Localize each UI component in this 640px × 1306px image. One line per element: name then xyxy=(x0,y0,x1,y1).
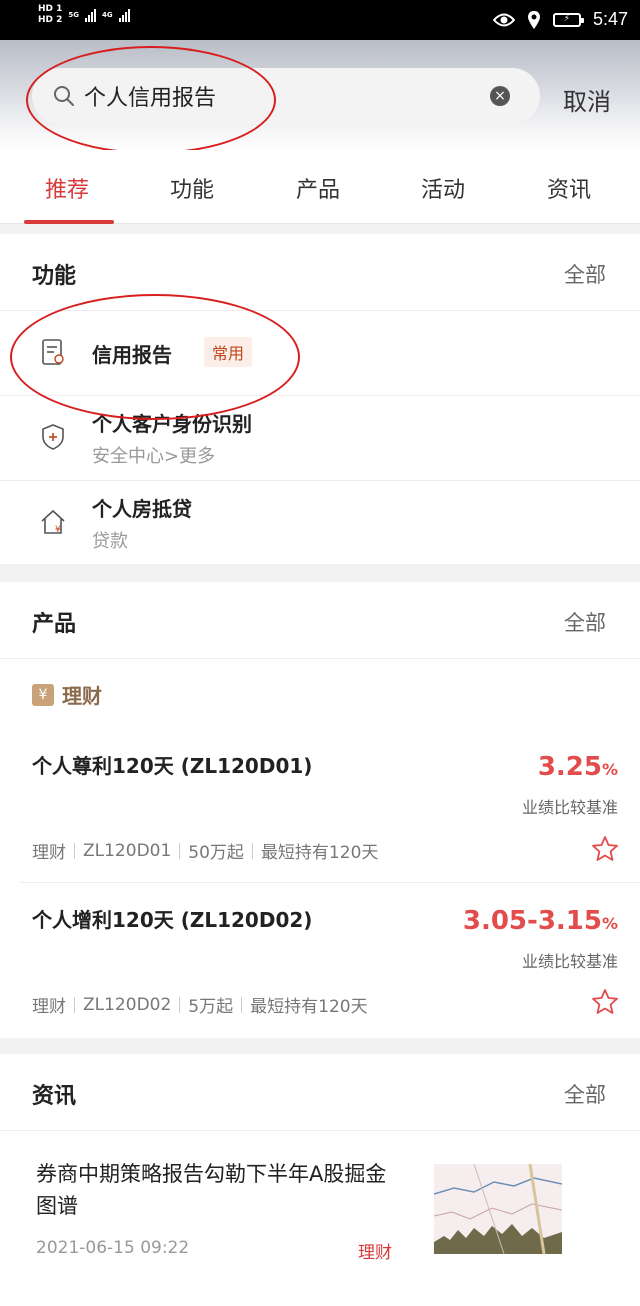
signal-icon xyxy=(85,8,97,22)
function-title: 个人房抵贷 xyxy=(92,497,192,521)
tab-products[interactable]: 产品 xyxy=(296,172,340,204)
product-name[interactable]: 个人尊利120天 (ZL120D01) xyxy=(32,750,312,779)
star-icon[interactable] xyxy=(590,834,620,864)
search-input[interactable]: 个人信用报告 × xyxy=(32,68,540,124)
news-item[interactable]: 券商中期策略报告勾勒下半年A股掘金图谱 2021-06-15 09:22 理财 xyxy=(0,1054,640,1306)
net1-label: 5G xyxy=(68,10,80,19)
status-right: ⚡ 5:47 xyxy=(492,9,628,30)
products-section: 产品 全部 ¥ 理财 个人尊利120天 (ZL120D01) 3.25% 业绩比… xyxy=(0,582,640,1038)
search-query: 个人信用报告 xyxy=(84,86,217,111)
category-label: 理财 xyxy=(62,684,102,708)
divider xyxy=(0,658,640,659)
tag: ZL120D02 xyxy=(83,994,172,1015)
rate-label: 业绩比较基准 xyxy=(521,952,618,971)
rate-unit: % xyxy=(601,760,618,779)
tag: 最短持有120天 xyxy=(250,997,368,1017)
section-title: 功能 xyxy=(32,264,77,289)
signal-icon-2 xyxy=(118,8,130,22)
shield-plus-icon xyxy=(42,424,64,450)
active-tab-indicator xyxy=(24,220,114,224)
function-title: 个人客户身份识别 xyxy=(92,412,252,436)
svg-text:¥: ¥ xyxy=(55,525,61,535)
tag: 5万起 xyxy=(188,997,234,1017)
product-tags: 理财 ZL120D01 50万起 最短持有120天 xyxy=(32,838,379,864)
yen-icon: ¥ xyxy=(32,683,54,706)
section-title: 产品 xyxy=(32,612,77,637)
product-rate: 3.05-3.15% xyxy=(463,906,618,936)
function-item-identity[interactable]: 个人客户身份识别 安全中心>更多 xyxy=(0,396,640,480)
product-rate: 3.25% xyxy=(538,752,618,782)
document-icon xyxy=(42,339,64,365)
rate-label: 业绩比较基准 xyxy=(521,798,618,817)
rate-value: 3.25 xyxy=(537,752,602,782)
location-icon xyxy=(527,10,540,29)
news-title: 券商中期策略报告勾勒下半年A股掘金图谱 xyxy=(36,1162,387,1218)
star-icon[interactable] xyxy=(590,987,620,1017)
hd2-label: HD 2 xyxy=(38,15,63,25)
house-yen-icon: ¥ xyxy=(41,509,65,535)
tag: 理财 xyxy=(32,997,66,1017)
tab-functions[interactable]: 功能 xyxy=(170,172,214,204)
product-name[interactable]: 个人增利120天 (ZL120D02) xyxy=(32,904,312,933)
tab-bar: 推荐 功能 产品 活动 资讯 xyxy=(0,150,640,224)
cancel-button[interactable]: 取消 xyxy=(563,82,611,117)
function-title: 信用报告 xyxy=(92,343,172,367)
tag: 50万起 xyxy=(188,843,244,863)
tab-recommend[interactable]: 推荐 xyxy=(45,172,89,204)
rate-unit: % xyxy=(601,914,618,933)
clear-icon[interactable]: × xyxy=(490,86,510,106)
function-subtitle: 安全中心>更多 xyxy=(92,446,216,467)
rate-value: 3.05-3.15 xyxy=(462,906,602,936)
tag: 理财 xyxy=(32,843,66,863)
category-header: ¥ 理财 xyxy=(32,680,102,709)
eye-icon xyxy=(492,13,515,26)
news-tag: 理财 xyxy=(358,1243,392,1263)
function-item-mortgage[interactable]: ¥ 个人房抵贷 贷款 xyxy=(0,481,640,564)
tab-news[interactable]: 资讯 xyxy=(547,172,591,204)
search-header: 个人信用报告 × 取消 xyxy=(0,40,640,150)
signal-area: HD 1 HD 2 5G 4G xyxy=(38,4,130,26)
product-tags: 理财 ZL120D02 5万起 最短持有120天 xyxy=(32,992,368,1018)
status-bar: HD 1 HD 2 5G 4G ⚡ 5:47 xyxy=(0,0,640,40)
news-date: 2021-06-15 09:22 xyxy=(36,1238,190,1258)
functions-all-link[interactable]: 全部 xyxy=(564,259,606,289)
tab-activities[interactable]: 活动 xyxy=(421,172,465,204)
tag: 最短持有120天 xyxy=(260,843,379,863)
frequent-badge: 常用 xyxy=(204,337,253,367)
net2-label: 4G xyxy=(102,10,113,19)
functions-section: 功能 全部 信用报告 常用 个人客户身份识别 安全中心>更多 ¥ 个人房抵贷 贷… xyxy=(0,234,640,564)
function-item-credit-report[interactable]: 信用报告 常用 xyxy=(0,311,640,395)
tag: ZL120D01 xyxy=(83,840,172,861)
divider xyxy=(20,882,640,883)
search-icon xyxy=(54,86,74,106)
battery-icon: ⚡ xyxy=(552,12,584,27)
products-all-link[interactable]: 全部 xyxy=(564,607,606,637)
news-thumbnail-image xyxy=(434,1164,562,1254)
hd1-label: HD 1 xyxy=(38,4,63,14)
function-subtitle: 贷款 xyxy=(92,531,128,552)
clock: 5:47 xyxy=(592,9,628,29)
